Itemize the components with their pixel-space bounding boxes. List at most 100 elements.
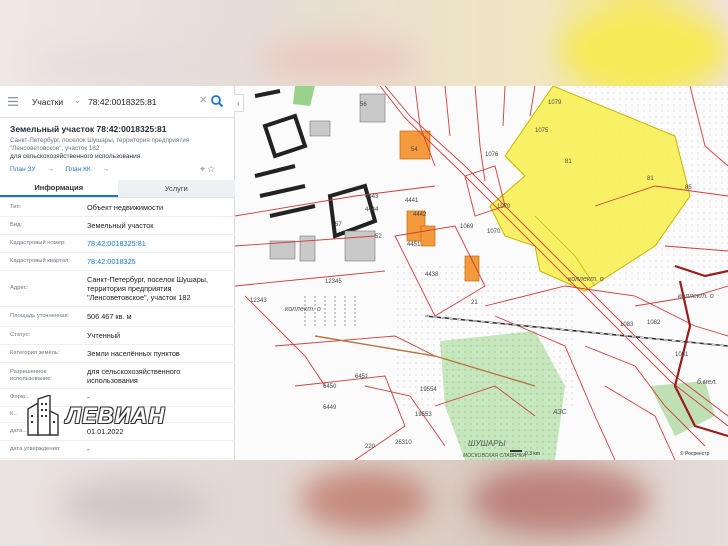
place-label: коллект. о — [285, 306, 321, 313]
map-label: 54 — [411, 147, 418, 153]
row-key: Разрешенное использование: — [10, 368, 53, 382]
plan-links: План ЗУ → План КК → — [10, 166, 119, 173]
search-input[interactable]: 78:42:0018325:81 — [88, 97, 157, 107]
search-bar: Участки ⌄ 78:42:0018325:81 ✕ — [0, 86, 234, 118]
background-top — [0, 0, 728, 86]
row-value: Учтенный — [87, 331, 121, 340]
map-label: 4438 — [425, 272, 439, 278]
place-label: АЗС — [552, 409, 568, 416]
map-label: 1076 — [485, 152, 499, 158]
map-label: 1079 — [548, 100, 562, 106]
map-label: 1070 — [497, 204, 511, 210]
chevron-down-icon[interactable]: ⌄ — [74, 96, 81, 105]
map-label: 19554 — [420, 387, 437, 393]
map-label: 21 — [471, 300, 478, 306]
row-key: Кадастровый номер: — [10, 240, 66, 246]
tab-services[interactable]: Услуги — [117, 180, 235, 197]
row-key: Кадастровый квартал: — [10, 258, 70, 264]
cadastral-map[interactable]: 1075 1079 1076 1070 1069 1070 81 85 81 4… — [235, 86, 728, 460]
map-label: 4442 — [413, 212, 427, 218]
row-key: Адрес: — [10, 285, 29, 291]
row-key: Вид: — [10, 222, 23, 228]
row-value: Земли населённых пунктов — [87, 349, 180, 358]
row-key: Площадь уточненная: — [10, 313, 70, 319]
map-label: 26310 — [395, 440, 412, 446]
map-label: 81 — [565, 159, 572, 165]
place-label: МОСКОВСКАЯ СЛАВЯНКА — [463, 453, 527, 459]
copyright-label: © Росреестр — [680, 450, 710, 457]
scale-label: 0.3 km — [525, 451, 540, 457]
tool-icons: ⌖ ☆ — [200, 164, 215, 175]
row-value: - — [87, 445, 90, 454]
row-value: 506 467 кв. м — [87, 312, 132, 321]
map-label: 1069 — [460, 224, 474, 230]
place-label: б.мел. — [697, 378, 717, 386]
row-value: для сельскохозяйственного использования — [87, 366, 181, 385]
row-key: дата утверждения: — [10, 446, 61, 452]
map-label: 6451 — [355, 374, 369, 380]
collapse-panel-button[interactable]: ‹ — [234, 94, 244, 112]
menu-icon[interactable] — [0, 86, 26, 118]
map-canvas[interactable]: 1075 1079 1076 1070 1069 1070 81 85 81 4… — [235, 86, 728, 460]
watermark-logo: ЛЕВИАН — [24, 395, 165, 437]
place-label: коллект. о — [568, 276, 604, 283]
parcel-purpose: для сельскохозяйственного использования — [10, 153, 141, 160]
search-icon[interactable] — [210, 94, 224, 108]
clear-icon[interactable]: ✕ — [199, 95, 207, 106]
map-label: 19553 — [415, 412, 432, 418]
scale-bar — [510, 450, 522, 452]
map-label: 85 — [685, 185, 692, 191]
location-icon[interactable]: ⌖ — [200, 164, 205, 174]
plan-zu-label: План ЗУ — [10, 166, 36, 173]
table-row: Категория земель: Земли населённых пункто… — [0, 345, 235, 363]
table-row: Площадь уточненная: 506 467 кв. м — [0, 307, 235, 327]
map-label: 6449 — [323, 405, 337, 411]
plan-kk-label: План КК — [65, 166, 91, 173]
page-title: Земельный участок 78:42:0018325:81 — [10, 124, 167, 134]
place-label: ШУШАРЫ — [468, 439, 506, 448]
map-label: 12343 — [250, 298, 267, 304]
row-key: Тип: — [10, 204, 22, 210]
map-label: 81 — [647, 176, 654, 182]
map-label: 4441 — [405, 198, 419, 204]
row-value: Земельный участок — [87, 221, 154, 230]
table-row: Разрешенное использование: для сельскохоз… — [0, 363, 235, 389]
map-label: 4443 — [365, 194, 379, 200]
map-label: 1082 — [647, 320, 661, 326]
map-label: 4444 — [365, 207, 379, 213]
table-row: Тип: Объект недвижимости — [0, 199, 235, 217]
map-label: 4451 — [407, 242, 421, 248]
cadastral-number-link[interactable]: 78:42:0018325:81 — [87, 239, 225, 248]
table-row: Статус: Учтенный — [0, 327, 235, 345]
row-key: Статус: — [10, 332, 30, 338]
building-logo-icon — [27, 395, 59, 436]
map-label: 1081 — [675, 352, 689, 358]
plan-kk-link[interactable]: План КК → — [66, 166, 109, 173]
background-bottom — [0, 460, 728, 546]
table-row: дата утверждения: - — [0, 441, 235, 459]
row-value: Объект недвижимости — [87, 203, 164, 212]
parcel-address: Санкт-Петербург, поселок Шушары, террито… — [10, 137, 190, 152]
tab-info[interactable]: Информация — [0, 180, 118, 197]
map-label: 1075 — [535, 128, 549, 134]
map-label: 220 — [365, 444, 376, 450]
map-label: 12345 — [325, 279, 342, 285]
row-value: Санкт-Петербург, поселок Шушары, террито… — [87, 275, 209, 302]
table-row: Кадастровый квартал: 78:42:0018325 — [0, 253, 235, 271]
row-key: Категория земель: — [10, 350, 60, 356]
cadastral-quarter-link[interactable]: 78:42:0018325 — [87, 257, 225, 266]
logo-text: ЛЕВИАН — [66, 403, 166, 428]
plan-zu-link[interactable]: План ЗУ → — [10, 166, 54, 173]
tabs: Информация Услуги — [0, 180, 235, 198]
table-row: Адрес: Санкт-Петербург, поселок Шушары, т… — [0, 271, 235, 307]
map-label: 52 — [375, 234, 382, 240]
map-label: 6450 — [323, 384, 337, 390]
star-icon[interactable]: ☆ — [208, 164, 215, 174]
place-label: коллект. о — [678, 293, 714, 300]
table-row: Вид: Земельный участок — [0, 217, 235, 235]
table-row: Кадастровый номер: 78:42:0018325:81 — [0, 235, 235, 253]
layer-select[interactable]: Участки — [26, 97, 78, 107]
map-label: 57 — [335, 222, 342, 228]
map-label: 1083 — [620, 322, 634, 328]
map-label: 56 — [360, 102, 367, 108]
